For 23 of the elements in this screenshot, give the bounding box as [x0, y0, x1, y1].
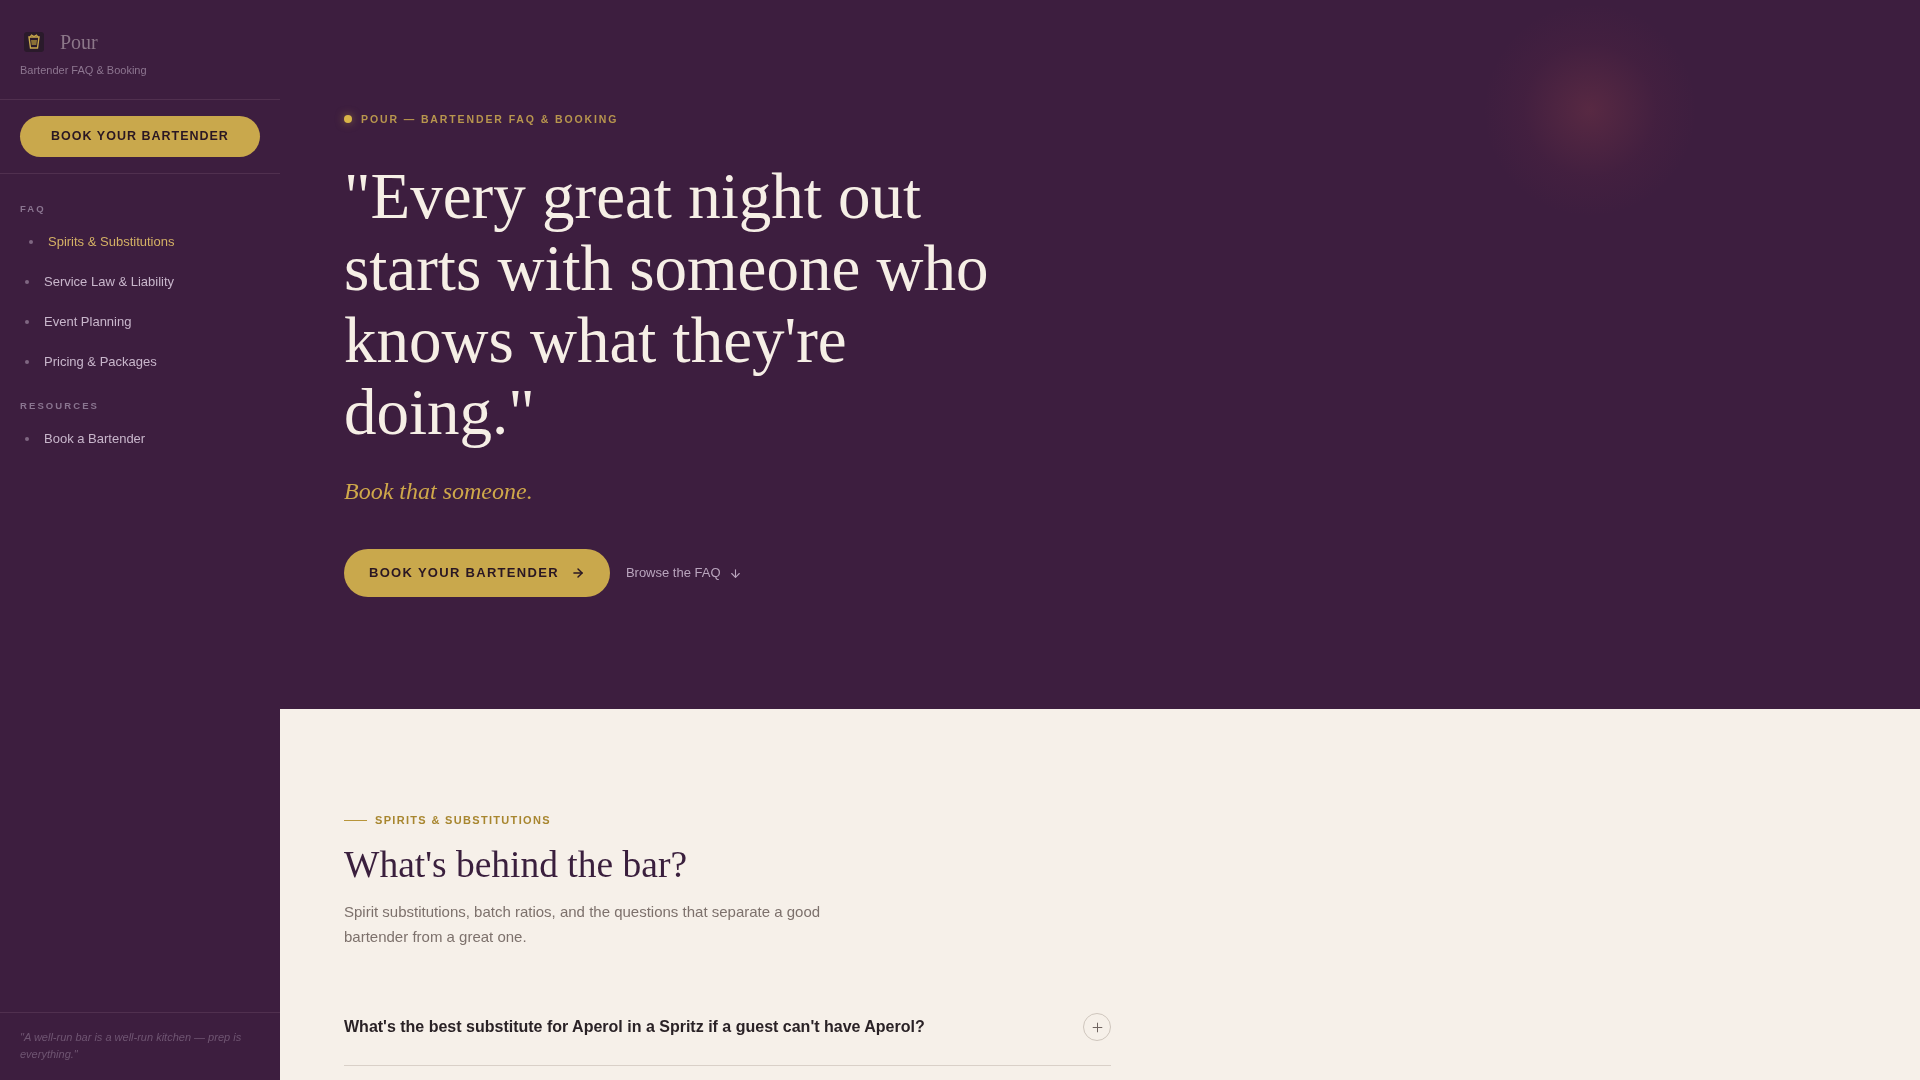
brand-name: Pour — [60, 32, 98, 52]
section-label: RESOURCES — [20, 399, 99, 413]
section-title: What's behind the bar? — [344, 843, 688, 887]
faq-question[interactable]: What's the best substitute for Aperol in a Spritz if a guest can't have Aperol? — [344, 989, 1111, 1066]
nav-item[interactable]: Book a Bartender — [20, 419, 146, 459]
book-bartender-button[interactable]: BOOK YOUR BARTENDER — [20, 116, 260, 157]
nav-item[interactable]: Event Planning — [20, 302, 132, 342]
section-label: FAQ — [20, 202, 46, 216]
brand-tagline: Bartender FAQ & Booking — [20, 63, 147, 78]
browse-faq-link[interactable]: Browse the FAQ — [625, 563, 742, 583]
hero-eyebrow: POUR — BARTENDER FAQ & BOOKING — [361, 112, 619, 127]
nav-item[interactable]: Spirits & Substitutions — [20, 222, 175, 262]
nav-item[interactable]: Service Law & Liability — [20, 262, 175, 302]
arrow-down-icon — [728, 566, 742, 580]
nav-item[interactable]: Pricing & Packages — [20, 342, 157, 382]
section-eyebrow: SPIRITS & SUBSTITUTIONS — [375, 813, 551, 828]
section-description: Spirit substitutions, batch ratios, and the questions that separate a good bartender from a great one. — [344, 902, 822, 947]
arrow-right-icon — [570, 566, 585, 580]
eyebrow-rule — [344, 819, 367, 821]
book-bartender-button[interactable]: BOOK YOUR BARTENDER — [344, 549, 610, 597]
hero-headline: "Every great night out starts with someone who knows what they're doing." — [344, 160, 990, 448]
hero-tagline: Book that someone. — [344, 477, 533, 506]
glass-icon — [24, 32, 44, 52]
